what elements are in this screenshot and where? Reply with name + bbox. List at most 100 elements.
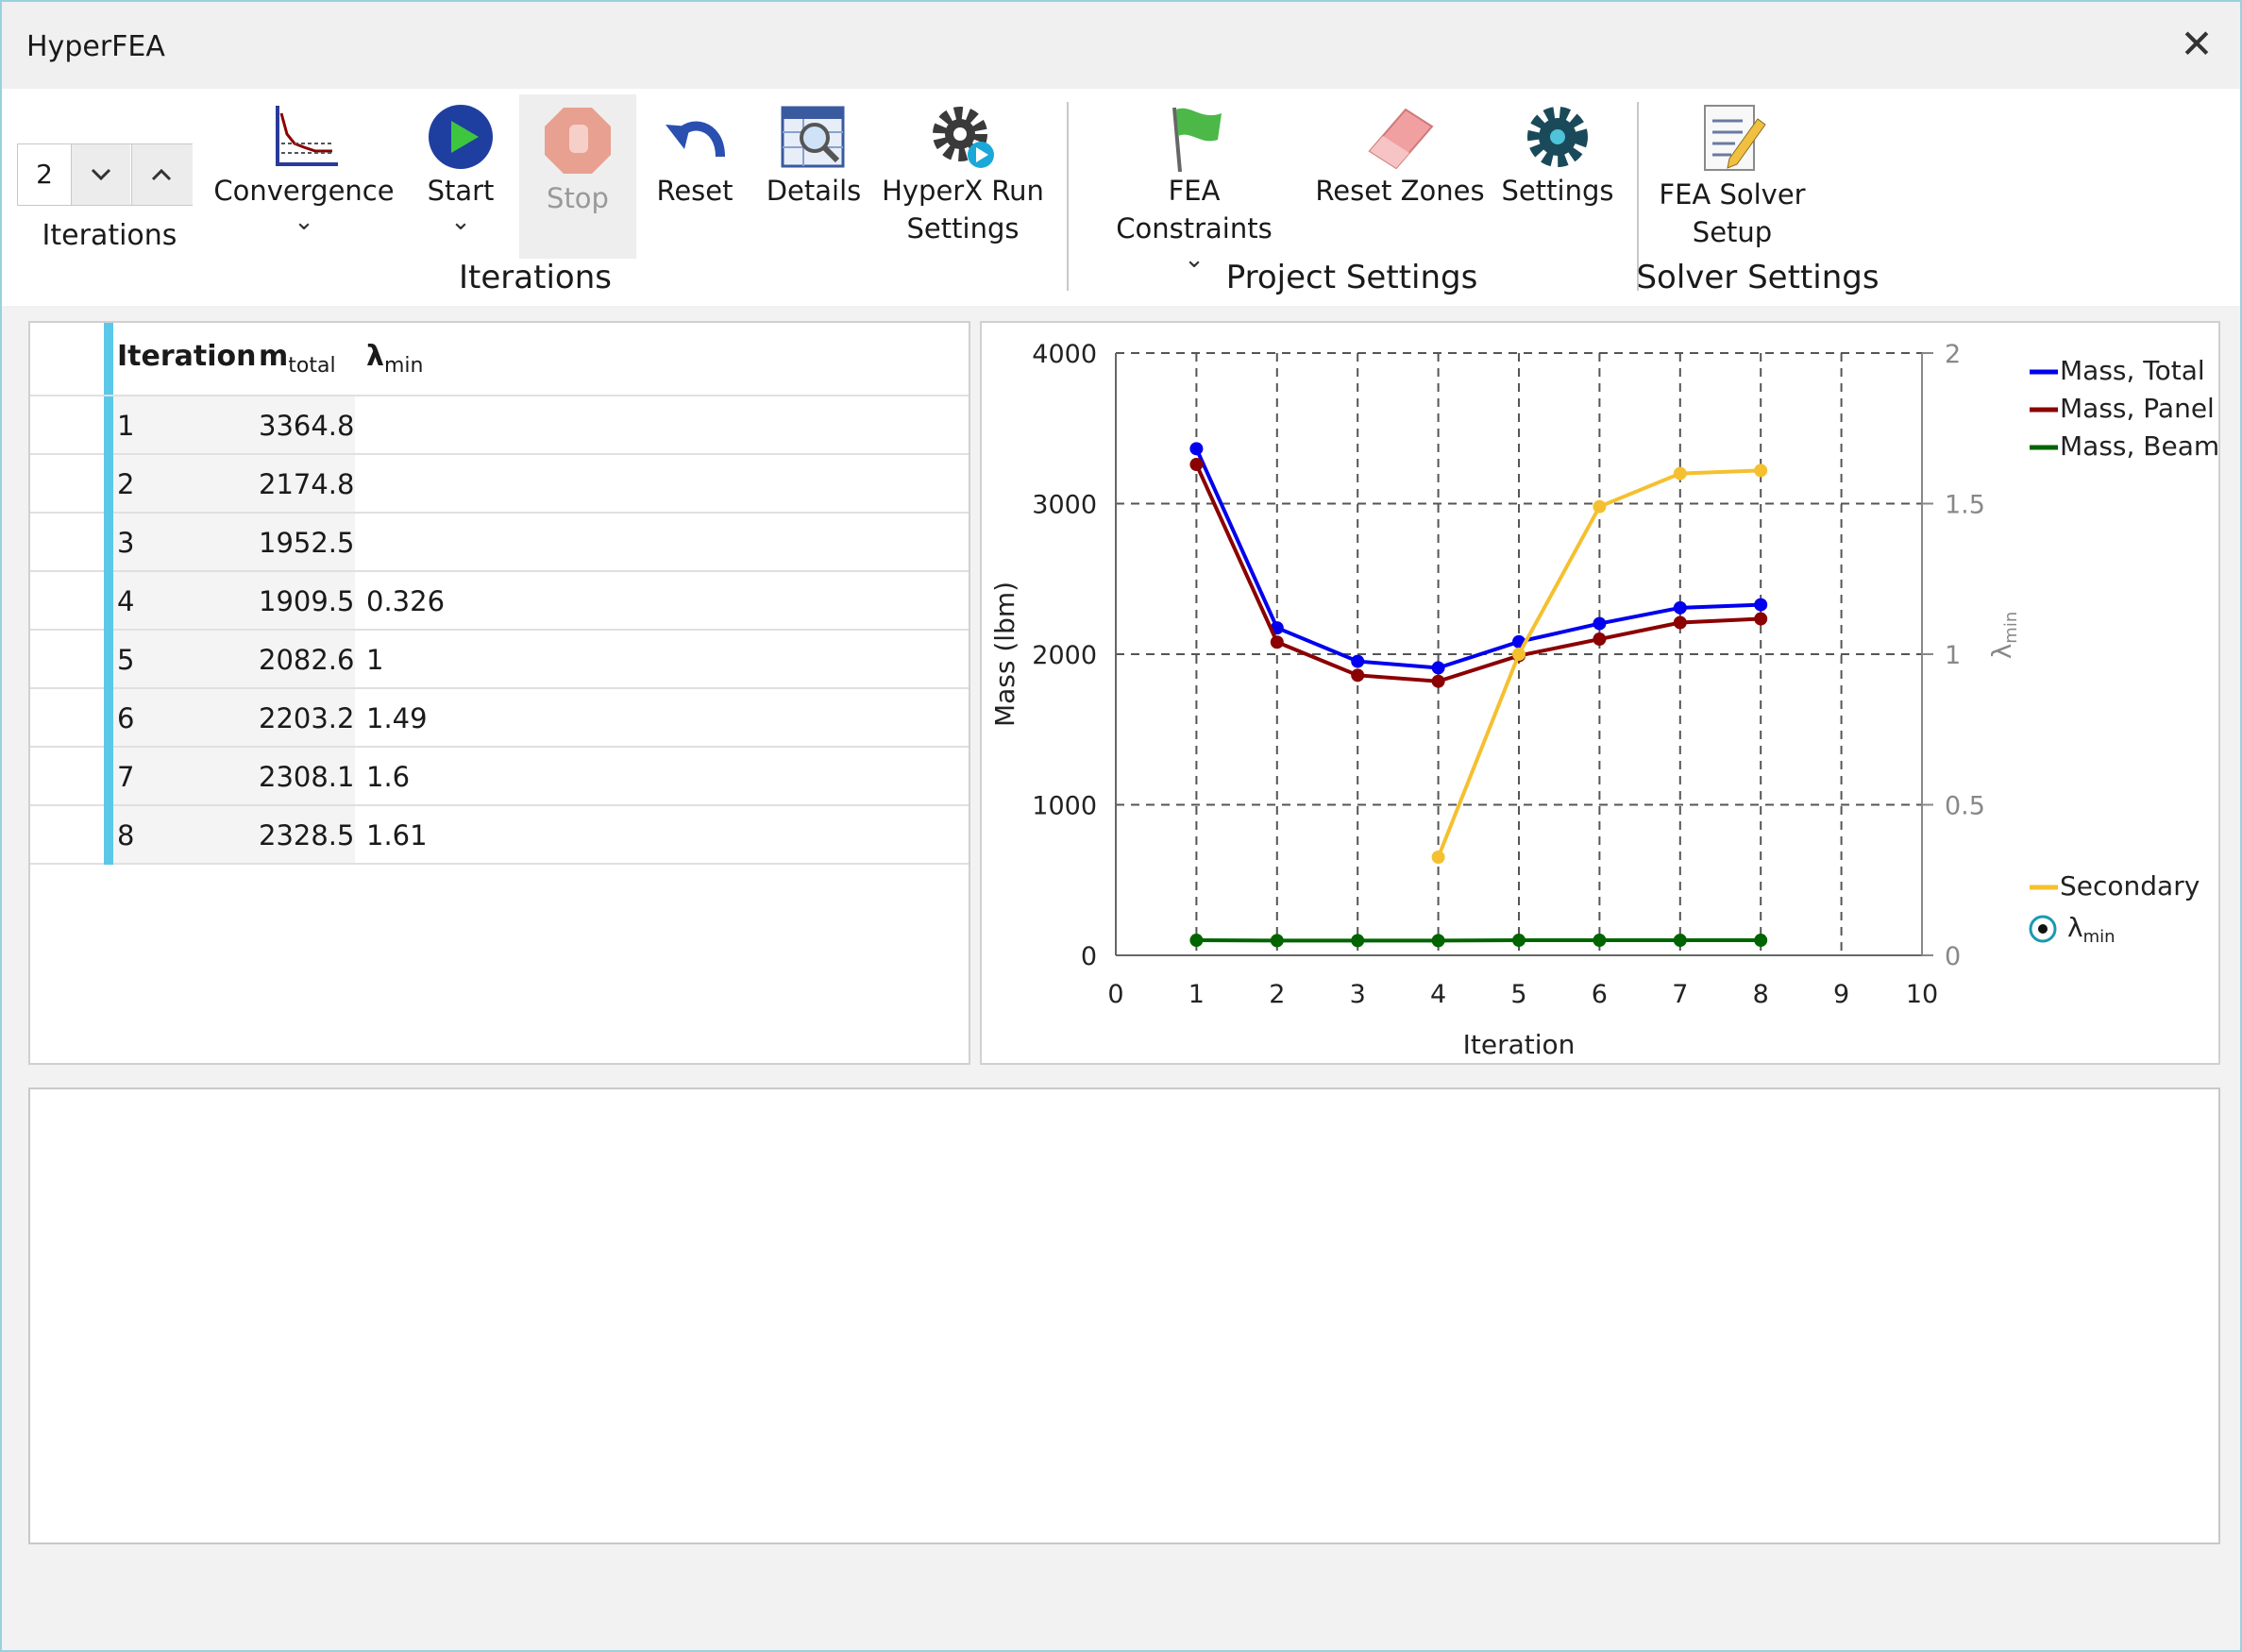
eraser-icon [1368, 108, 1434, 170]
table-row[interactable]: 4 1909.5 0.326 [30, 572, 969, 631]
table-row[interactable]: 2 2174.8 [30, 455, 969, 514]
x-tick-label: 1 [1188, 980, 1205, 1009]
ribbon-separator [1067, 102, 1069, 291]
x-tick-label: 10 [1906, 980, 1938, 1009]
series-line [1194, 447, 1762, 670]
details-label: Details [766, 175, 862, 207]
group-label-project-settings: Project Settings [1225, 259, 1478, 296]
convergence-chart-panel: 0 1 2 3 4 5 6 7 8 9 10 0 1000 2000 3000 4000 0 0.5 1 1.5 2 It… [980, 321, 2220, 1065]
column-header-mass-total: mtotal [259, 340, 336, 378]
mass-header-base: m [259, 340, 289, 373]
cell-iteration: 1 [117, 410, 135, 442]
checklist-pencil-icon [1704, 105, 1766, 171]
cell-iteration: 6 [117, 702, 135, 734]
reset-zones-button[interactable]: Reset Zones [1314, 102, 1486, 210]
hyperx-run-settings-button[interactable]: HyperX Run Settings [876, 102, 1050, 247]
cell-iteration: 8 [117, 819, 135, 851]
y2-tick-label: 0.5 [1945, 792, 1985, 821]
table-row[interactable]: 3 1952.5 [30, 514, 969, 572]
title-bar: HyperFEA ✕ [2, 2, 2240, 89]
hyperx-run-settings-label-2: Settings [906, 212, 1020, 244]
data-point [1270, 635, 1284, 649]
table-row[interactable]: 5 2082.6 1 [30, 631, 969, 689]
green-flag-icon [1172, 107, 1222, 172]
settings-button[interactable]: Settings [1499, 102, 1616, 210]
undo-arrow-icon [666, 121, 725, 158]
row-indicator-bar [104, 748, 113, 806]
chevron-down-icon [91, 168, 111, 181]
cell-mass-total: 2203.2 [259, 702, 355, 734]
iteration-table: Iteration mtotal λmin 1 3364.8 2 2174.8 3 195… [28, 321, 970, 1065]
y-tick-label: 3000 [1032, 491, 1097, 520]
y2-tick-label: 0 [1945, 942, 1961, 971]
data-point [1189, 934, 1204, 948]
table-row[interactable]: 7 2308.1 1.6 [30, 748, 969, 806]
row-indicator-bar [104, 455, 113, 514]
fea-solver-setup-label-1: FEA Solver [1659, 178, 1806, 211]
data-point [1189, 458, 1204, 472]
x-tick-label: 5 [1510, 980, 1526, 1009]
hyperx-run-settings-label-1: HyperX Run [882, 175, 1044, 207]
table-row[interactable]: 6 2203.2 1.49 [30, 689, 969, 748]
gear-icon [1527, 107, 1588, 167]
data-point [1754, 934, 1768, 948]
stop-hand-icon [545, 108, 611, 174]
play-icon [429, 105, 493, 169]
data-point [1431, 674, 1445, 688]
data-point [1754, 464, 1768, 478]
chevron-down-icon: ⌄ [294, 208, 314, 236]
cell-lambda-min: 1.61 [366, 819, 428, 851]
window-title: HyperFEA [26, 30, 165, 63]
reset-label: Reset [656, 175, 733, 207]
data-point [1351, 934, 1365, 948]
cell-lambda-min: 1.6 [366, 761, 411, 793]
details-button[interactable]: Details [765, 102, 863, 210]
group-label-solver-settings: Solver Settings [1636, 259, 1880, 296]
stop-label: Stop [547, 182, 609, 214]
row-indicator-bar [104, 514, 113, 572]
data-point [1431, 934, 1445, 948]
increment-button[interactable] [131, 144, 193, 205]
reset-zones-label: Reset Zones [1315, 175, 1485, 207]
decrement-button[interactable] [71, 144, 130, 205]
data-point [1270, 934, 1284, 948]
data-point [1351, 668, 1365, 683]
cell-lambda-min: 0.326 [366, 585, 446, 617]
y-tick-label: 4000 [1032, 340, 1097, 369]
cell-mass-total: 3364.8 [259, 410, 355, 442]
cell-mass-total: 1952.5 [259, 527, 355, 559]
table-row[interactable]: 1 3364.8 [30, 396, 969, 455]
fea-constraints-button[interactable]: FEA Constraints ⌄ [1087, 102, 1301, 272]
data-point [1593, 616, 1607, 631]
fea-solver-setup-button[interactable]: FEA Solver Setup [1650, 102, 1814, 251]
y2-tick-label: 2 [1945, 340, 1961, 369]
iterations-stepper[interactable]: 2 [17, 143, 193, 206]
data-point [1593, 632, 1607, 647]
data-point [1512, 934, 1526, 948]
start-label: Start [427, 175, 495, 207]
y-tick-label: 1000 [1032, 792, 1097, 821]
reset-button[interactable]: Reset [646, 102, 744, 210]
row-indicator-bar [104, 631, 113, 689]
y-axis-label: Mass (lbm) [989, 582, 1020, 727]
data-point [1593, 934, 1607, 948]
row-indicator-bar [104, 323, 113, 395]
lambda-header-sub: min [383, 354, 424, 378]
convergence-button[interactable]: Convergence ⌄ [211, 102, 396, 234]
convergence-label: Convergence [213, 175, 395, 207]
mass-header-sub: total [288, 354, 336, 378]
table-row[interactable]: 8 2328.5 1.61 [30, 806, 969, 865]
stop-button[interactable]: Stop [519, 94, 636, 259]
data-point [1673, 934, 1687, 948]
close-button[interactable]: ✕ [2173, 21, 2220, 68]
settings-label: Settings [1501, 175, 1614, 207]
start-button[interactable]: Start ⌄ [412, 102, 510, 234]
row-indicator-bar [104, 806, 113, 865]
legend-label-secondary: Secondary [2060, 870, 2200, 902]
y-tick-label: 0 [1081, 942, 1097, 971]
data-point [1673, 615, 1687, 630]
cell-iteration: 7 [117, 761, 135, 793]
data-point [1754, 612, 1768, 626]
radio-dot-icon [2038, 924, 2048, 934]
iterations-value[interactable]: 2 [18, 144, 71, 205]
